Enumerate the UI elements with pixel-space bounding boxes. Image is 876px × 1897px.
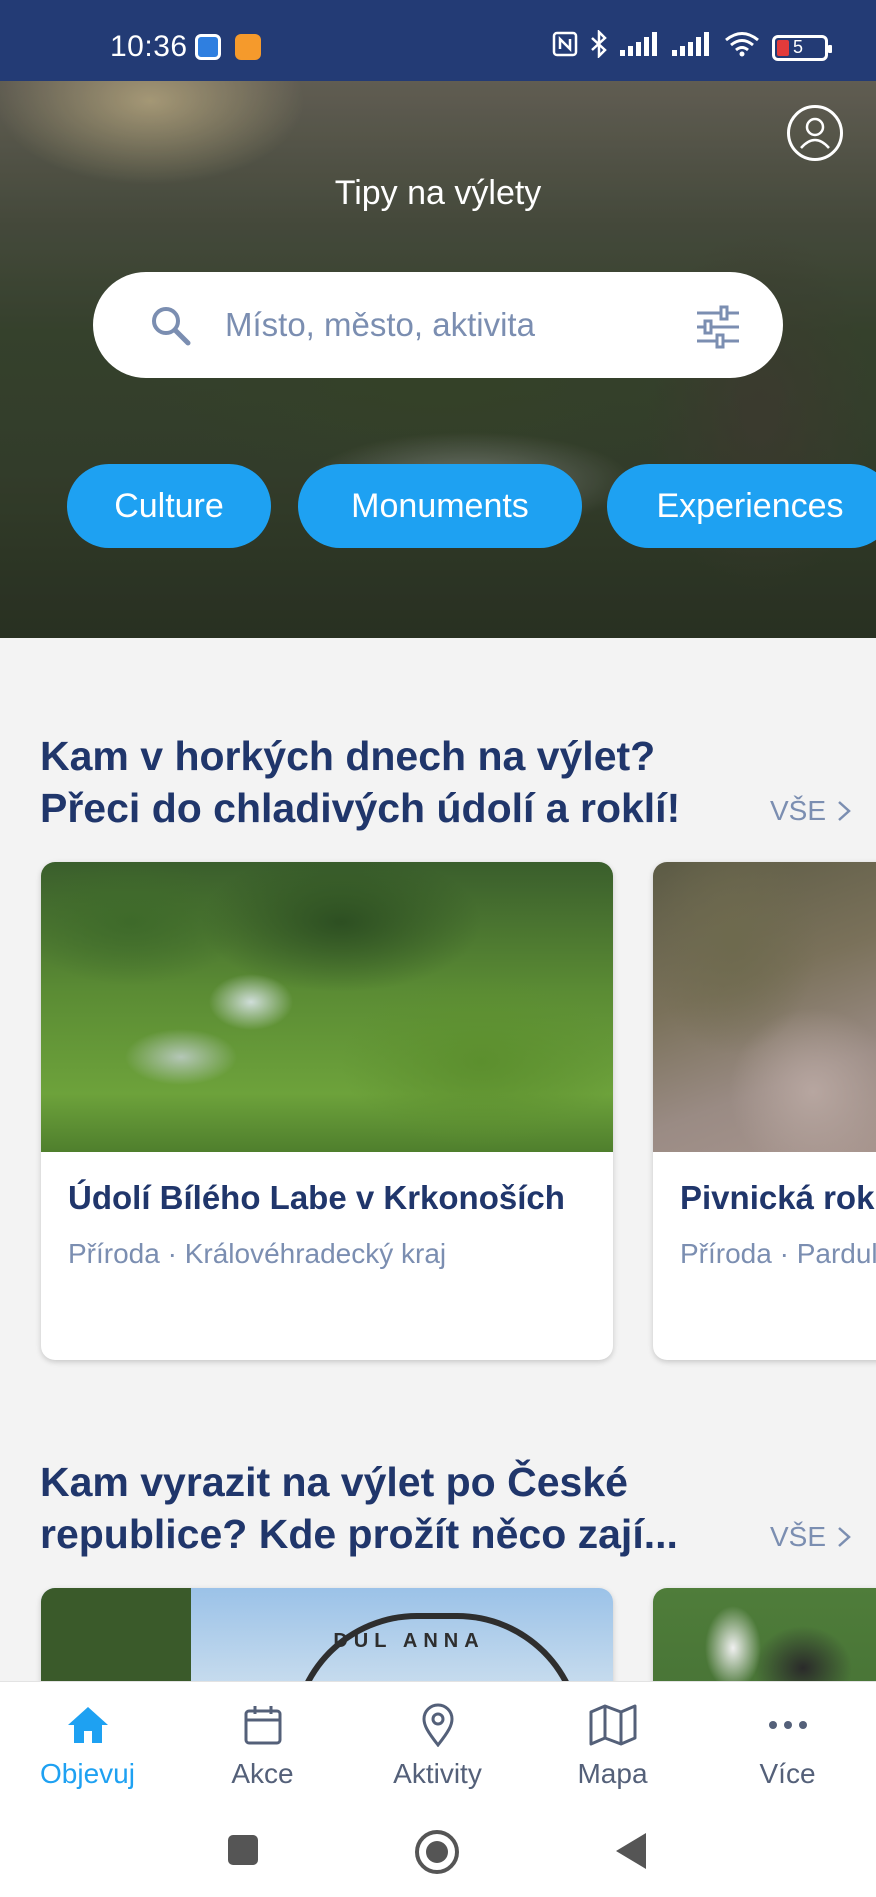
- chip-monuments[interactable]: Monuments: [298, 464, 582, 548]
- nav-mapa[interactable]: Mapa: [525, 1700, 700, 1790]
- card-subtitle: Příroda · Královéhradecký kraj: [68, 1238, 447, 1269]
- nav-vice[interactable]: Více: [700, 1700, 875, 1790]
- system-navigation-bar: [0, 1806, 876, 1897]
- card-title: Údolí Bílého Labe v Krkonoších: [68, 1179, 565, 1216]
- trip-card[interactable]: Pivnická rok Příroda · Pardul: [653, 862, 876, 1360]
- see-all-link[interactable]: VŠE: [770, 795, 852, 827]
- search-input[interactable]: [225, 297, 645, 353]
- nav-label: Mapa: [577, 1758, 648, 1789]
- category-chips: Culture Monuments Experiences: [0, 464, 876, 548]
- home-icon: [0, 1700, 175, 1750]
- card-image: [653, 862, 876, 1152]
- nfc-icon: [552, 31, 578, 64]
- bottom-navigation: Objevuj Akce Aktivity Mapa Více: [0, 1681, 876, 1806]
- search-icon: [149, 304, 193, 353]
- page-title: Tipy na výlety: [334, 174, 542, 212]
- card-image-sign: DŮL ANNA: [333, 1630, 485, 1652]
- search-bar[interactable]: [93, 272, 783, 378]
- chip-culture[interactable]: Culture: [67, 464, 271, 548]
- trip-card[interactable]: Údolí Bílého Labe v Krkonoších Příroda ·…: [41, 862, 613, 1360]
- signal-icon: [620, 32, 660, 63]
- more-icon: [700, 1700, 875, 1750]
- battery-level: 5: [793, 36, 804, 57]
- section-title: Kam v horkých dnech na výlet? Přeci do c…: [40, 733, 681, 831]
- location-pin-icon: [350, 1700, 525, 1750]
- chevron-right-icon: [838, 1527, 851, 1547]
- nav-objevuj[interactable]: Objevuj: [0, 1700, 175, 1790]
- see-all-link[interactable]: VŠE: [770, 1521, 852, 1553]
- user-icon: [800, 117, 830, 149]
- home-button[interactable]: [414, 1829, 460, 1875]
- status-icons: 5: [552, 28, 832, 65]
- card-title: Pivnická rok: [680, 1179, 875, 1216]
- battery-icon: 5: [772, 34, 832, 61]
- section-title: Kam vyrazit na výlet po České republice?…: [40, 1459, 678, 1557]
- app-notification-icon: [235, 34, 261, 60]
- signal-icon: [672, 32, 712, 63]
- status-time: 10:36: [110, 30, 188, 63]
- wifi-icon: [724, 31, 760, 64]
- nav-aktivity[interactable]: Aktivity: [350, 1700, 525, 1790]
- nav-label: Objevuj: [40, 1758, 135, 1789]
- nav-label: Akce: [231, 1758, 294, 1789]
- status-bar: 10:36 5: [0, 0, 876, 81]
- filter-icon[interactable]: [695, 305, 741, 354]
- nav-label: Aktivity: [393, 1758, 482, 1789]
- chip-experiences[interactable]: Experiences: [607, 464, 876, 548]
- app-notification-icon: [195, 34, 221, 60]
- calendar-icon: [175, 1700, 350, 1750]
- hero-banner: Tipy na výlety Culture Monuments Experie…: [0, 81, 876, 638]
- card-image: [41, 862, 613, 1152]
- nav-label: Více: [759, 1758, 816, 1789]
- card-subtitle: Příroda · Pardul: [680, 1238, 876, 1269]
- nav-akce[interactable]: Akce: [175, 1700, 350, 1790]
- recents-button[interactable]: [226, 1833, 260, 1867]
- profile-button[interactable]: [787, 105, 843, 161]
- map-icon: [525, 1700, 700, 1750]
- bluetooth-icon: [590, 28, 608, 65]
- back-button[interactable]: [614, 1831, 648, 1871]
- chevron-right-icon: [838, 801, 851, 821]
